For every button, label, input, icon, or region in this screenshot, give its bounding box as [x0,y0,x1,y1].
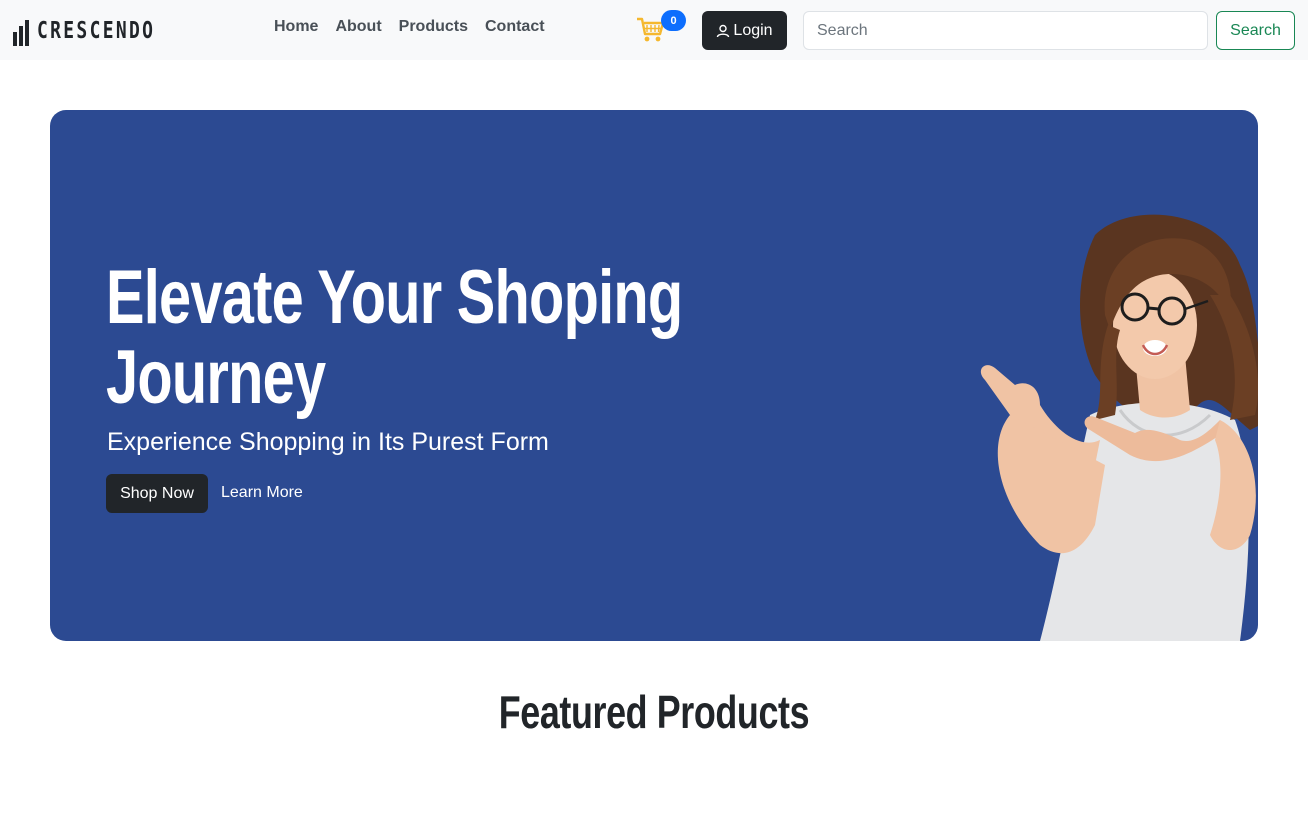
brand-logo[interactable]: CRESCENDO [13,15,189,47]
featured-products-heading: Featured Products [0,685,1308,739]
nav-link-products[interactable]: Products [399,18,468,36]
main-nav: Home About Products Contact [274,18,545,36]
nav-link-home[interactable]: Home [274,18,318,36]
nav-link-contact[interactable]: Contact [485,18,545,36]
hero-subtitle: Experience Shopping in Its Purest Form [107,428,549,456]
learn-more-link[interactable]: Learn More [221,484,303,502]
search-input[interactable] [803,11,1208,50]
navbar: CRESCENDO Home About Products Contact 0 … [0,0,1308,60]
search-button[interactable]: Search [1216,11,1295,50]
bar-chart-icon [13,16,29,46]
shop-now-button[interactable]: Shop Now [106,474,208,513]
featured-products-title: Featured Products [498,686,810,738]
hero-title: Elevate Your Shoping Journey [106,255,683,420]
cart-count-badge: 0 [661,10,686,31]
login-button[interactable]: Login [702,11,787,50]
login-label: Login [733,21,773,39]
hero-woman-image [980,214,1258,641]
hero-banner: Elevate Your Shoping Journey Experience … [50,110,1258,641]
brand-name: CRESCENDO [37,18,156,44]
user-icon [717,24,730,37]
nav-link-about[interactable]: About [335,18,381,36]
